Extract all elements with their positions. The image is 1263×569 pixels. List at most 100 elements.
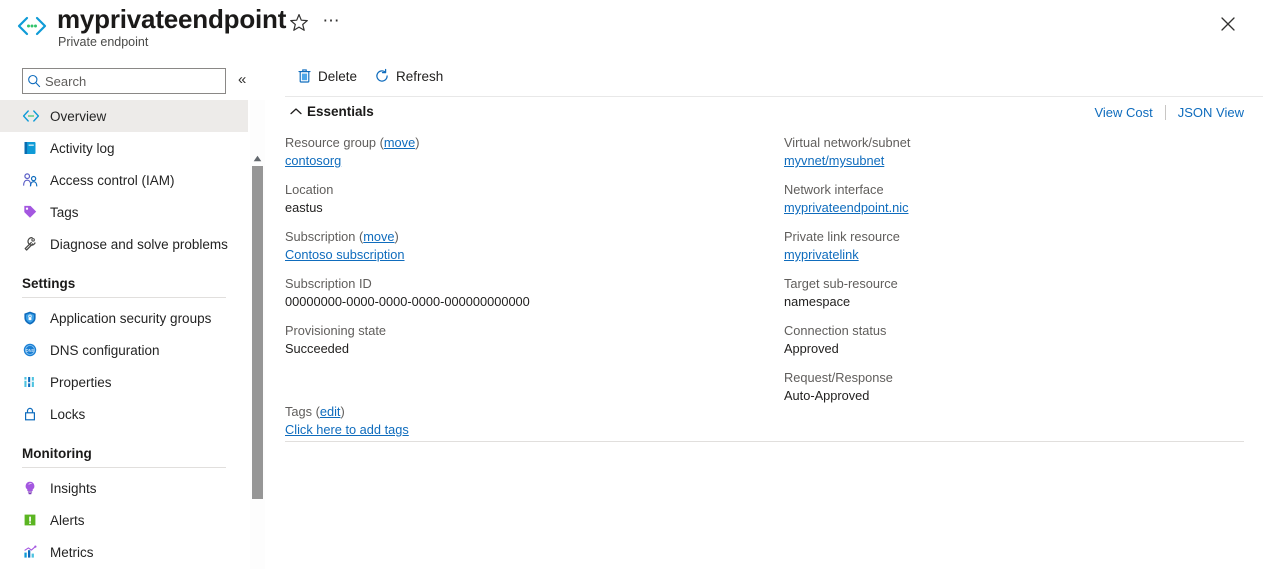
sidebar-group-monitoring-title: Monitoring xyxy=(22,446,92,461)
field-label: Network interface xyxy=(784,182,884,197)
sidebar-item-label: Locks xyxy=(50,406,86,422)
sidebar-item-locks[interactable]: Locks xyxy=(0,398,248,430)
sidebar-scrollbar[interactable] xyxy=(250,100,265,569)
json-view-link[interactable]: JSON View xyxy=(1178,105,1244,120)
sidebar-item-diagnose[interactable]: Diagnose and solve problems xyxy=(0,228,248,260)
alert-icon xyxy=(22,511,48,529)
scrollbar-thumb[interactable] xyxy=(252,166,263,499)
sidebar-item-label: Properties xyxy=(50,374,112,390)
field-label: Subscription (move) xyxy=(285,228,755,246)
search-box[interactable] xyxy=(22,68,226,94)
field-label: Location xyxy=(285,182,334,197)
star-icon[interactable] xyxy=(288,12,310,34)
content-bottom-divider xyxy=(285,441,1244,442)
sidebar-item-label: Metrics xyxy=(50,544,94,560)
sidebar-item-label: Overview xyxy=(50,108,107,124)
move-link[interactable]: move xyxy=(384,135,415,150)
scroll-up-arrow[interactable] xyxy=(252,153,263,164)
activity-log-icon xyxy=(22,139,48,157)
page-subtitle: Private endpoint xyxy=(58,35,149,49)
resource-group-link[interactable]: contosorg xyxy=(285,153,341,168)
search-input[interactable] xyxy=(45,73,215,89)
content-pane: Delete Refresh Essentials View Cost JSON… xyxy=(266,56,1263,569)
chevron-up-icon xyxy=(285,107,307,116)
move-link[interactable]: move xyxy=(363,229,394,244)
field-value: myprivateendpoint.nic xyxy=(784,199,1244,217)
lightbulb-icon xyxy=(22,479,48,497)
sidebar-item-access-control[interactable]: Access control (IAM) xyxy=(0,164,248,196)
essentials-header[interactable]: Essentials xyxy=(285,104,374,119)
edit-tags-link[interactable]: edit xyxy=(320,404,341,419)
field-value: Approved xyxy=(784,341,839,356)
refresh-icon xyxy=(369,68,395,84)
access-control-icon xyxy=(22,171,48,189)
field-label: Provisioning state xyxy=(285,323,387,338)
sidebar-item-overview[interactable]: Overview xyxy=(0,100,248,132)
azure-portal-blade: myprivateendpoint Private endpoint ⋯ « xyxy=(0,0,1263,569)
field-value: 00000000-0000-0000-0000-000000000000 xyxy=(285,294,530,309)
field-label: Connection status xyxy=(784,323,887,338)
field-value: myprivatelink xyxy=(784,246,1244,264)
network-interface-link[interactable]: myprivateendpoint.nic xyxy=(784,200,908,215)
field-private-link-resource: Private link resource myprivatelink xyxy=(784,228,1244,264)
subscription-link[interactable]: Contoso subscription xyxy=(285,247,405,262)
sidebar: « Overview xyxy=(0,56,265,569)
metrics-icon xyxy=(22,543,48,561)
sidebar-item-label: Alerts xyxy=(50,512,85,528)
paren-open: ( xyxy=(312,404,320,419)
ellipsis-icon[interactable]: ⋯ xyxy=(320,11,342,33)
field-value: Auto-Approved xyxy=(784,388,870,403)
field-subscription: Subscription (move) Contoso subscription xyxy=(285,228,755,264)
sidebar-group-settings-title: Settings xyxy=(22,276,76,291)
sidebar-item-metrics[interactable]: Metrics xyxy=(0,536,248,568)
field-virtual-network-subnet: Virtual network/subnet myvnet/mysubnet xyxy=(784,134,1244,170)
field-label: Resource group (move) xyxy=(285,134,755,152)
field-target-sub-resource: Target sub-resource namespace xyxy=(784,275,1244,311)
delete-button[interactable]: Delete xyxy=(291,62,357,90)
field-value: Succeeded xyxy=(285,341,350,356)
add-tags-link[interactable]: Click here to add tags xyxy=(285,422,409,437)
vnet-subnet-link[interactable]: myvnet/mysubnet xyxy=(784,153,884,168)
sidebar-item-label: Access control (IAM) xyxy=(50,172,175,188)
delete-button-label: Delete xyxy=(318,68,358,84)
properties-icon xyxy=(22,373,48,391)
sidebar-nav-list: Overview Activity log Access control (IA… xyxy=(0,100,248,569)
tags-label-text: Tags xyxy=(285,404,313,419)
essentials-links: View Cost JSON View xyxy=(1094,105,1244,120)
sidebar-item-insights[interactable]: Insights xyxy=(0,472,248,504)
essentials-left-column: Resource group (move) contosorg Location… xyxy=(285,134,755,369)
sidebar-item-label: Diagnose and solve problems xyxy=(50,236,228,252)
shield-icon xyxy=(22,309,48,327)
field-label: Private link resource xyxy=(784,229,900,244)
sidebar-item-tags[interactable]: Tags xyxy=(0,196,248,228)
sidebar-item-label: Activity log xyxy=(50,140,115,156)
field-subscription-id: Subscription ID 00000000-0000-0000-0000-… xyxy=(285,275,755,311)
close-icon[interactable] xyxy=(1214,10,1242,38)
sidebar-item-dns-configuration[interactable]: DNS DNS configuration xyxy=(0,334,248,366)
field-provisioning-state: Provisioning state Succeeded xyxy=(285,322,755,358)
page-title: myprivateendpoint xyxy=(57,4,287,34)
sidebar-item-alerts[interactable]: Alerts xyxy=(0,504,248,536)
field-value: Contoso subscription xyxy=(285,246,755,264)
sidebar-item-activity-log[interactable]: Activity log xyxy=(0,132,248,164)
sidebar-item-label: DNS configuration xyxy=(50,342,160,358)
sidebar-group-divider xyxy=(22,467,226,468)
refresh-button[interactable]: Refresh xyxy=(369,62,443,90)
view-cost-link[interactable]: View Cost xyxy=(1094,105,1152,120)
field-value: eastus xyxy=(285,200,323,215)
sidebar-item-properties[interactable]: Properties xyxy=(0,366,248,398)
sidebar-item-application-security-groups[interactable]: Application security groups xyxy=(0,302,248,334)
field-label: Virtual network/subnet xyxy=(784,135,911,150)
field-resource-group: Resource group (move) contosorg xyxy=(285,134,755,170)
double-chevron-left-icon[interactable]: « xyxy=(238,71,246,89)
private-endpoint-icon xyxy=(16,13,48,41)
field-label: Target sub-resource xyxy=(784,276,898,291)
add-tags-row: Click here to add tags xyxy=(285,421,409,439)
field-label: Subscription ID xyxy=(285,276,372,291)
field-label: Request/Response xyxy=(784,370,893,385)
paren-close: ) xyxy=(415,135,420,150)
paren-close: ) xyxy=(394,229,399,244)
toolbar-divider xyxy=(285,96,1263,97)
sidebar-item-label: Insights xyxy=(50,480,97,496)
private-link-resource-link[interactable]: myprivatelink xyxy=(784,247,859,262)
